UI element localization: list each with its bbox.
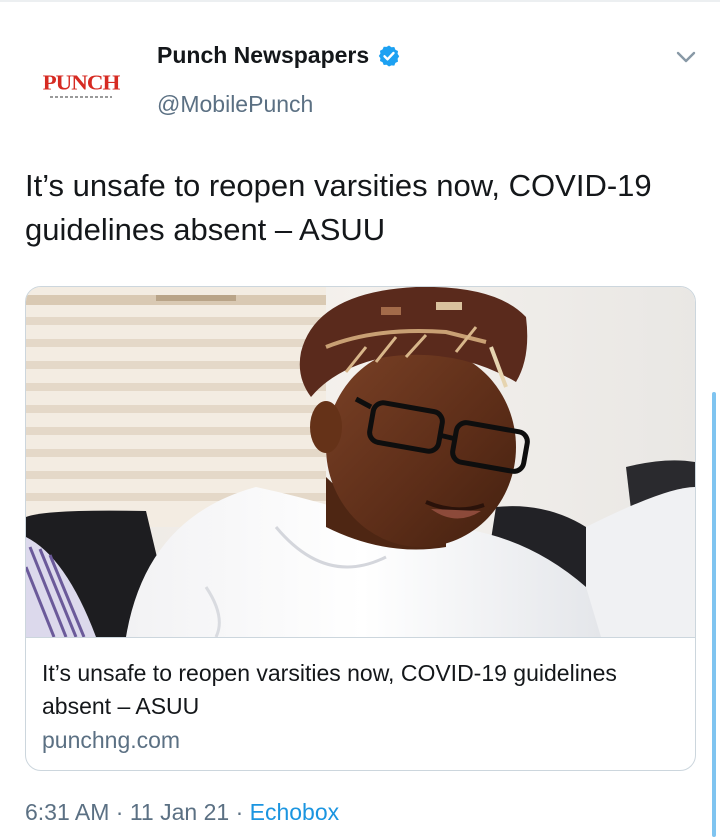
- card-image[interactable]: [26, 287, 695, 638]
- verified-badge-icon: [378, 45, 400, 66]
- tweet-source[interactable]: Echobox: [250, 799, 340, 825]
- window-blinds: [26, 287, 326, 527]
- man-in-cap-and-glasses-photo: [26, 287, 695, 637]
- meta-separator: ·: [235, 799, 244, 825]
- logo-tagline: [50, 95, 112, 98]
- meta-separator: ·: [115, 799, 124, 825]
- author-handle[interactable]: @MobilePunch: [157, 91, 313, 118]
- card-domain: punchng.com: [42, 727, 181, 753]
- punch-logo: PUNCH: [42, 70, 121, 94]
- chevron-down-icon[interactable]: [671, 44, 701, 70]
- avatar[interactable]: PUNCH: [26, 44, 136, 124]
- scrollbar[interactable]: [712, 392, 716, 837]
- top-divider: [0, 0, 720, 2]
- author-name-row[interactable]: Punch Newspapers: [157, 42, 401, 69]
- link-card[interactable]: It’s unsafe to reopen varsities now, COV…: [25, 286, 696, 771]
- tweet-meta: 6:31 AM · 11 Jan 21 · Echobox: [25, 799, 339, 826]
- card-title[interactable]: It’s unsafe to reopen varsities now, COV…: [42, 657, 682, 723]
- tweet-time[interactable]: 6:31 AM: [25, 799, 109, 825]
- tweet-text: It’s unsafe to reopen varsities now, COV…: [25, 168, 652, 247]
- tweet-date[interactable]: 11 Jan 21: [130, 799, 229, 825]
- author-display-name[interactable]: Punch Newspapers: [157, 42, 369, 69]
